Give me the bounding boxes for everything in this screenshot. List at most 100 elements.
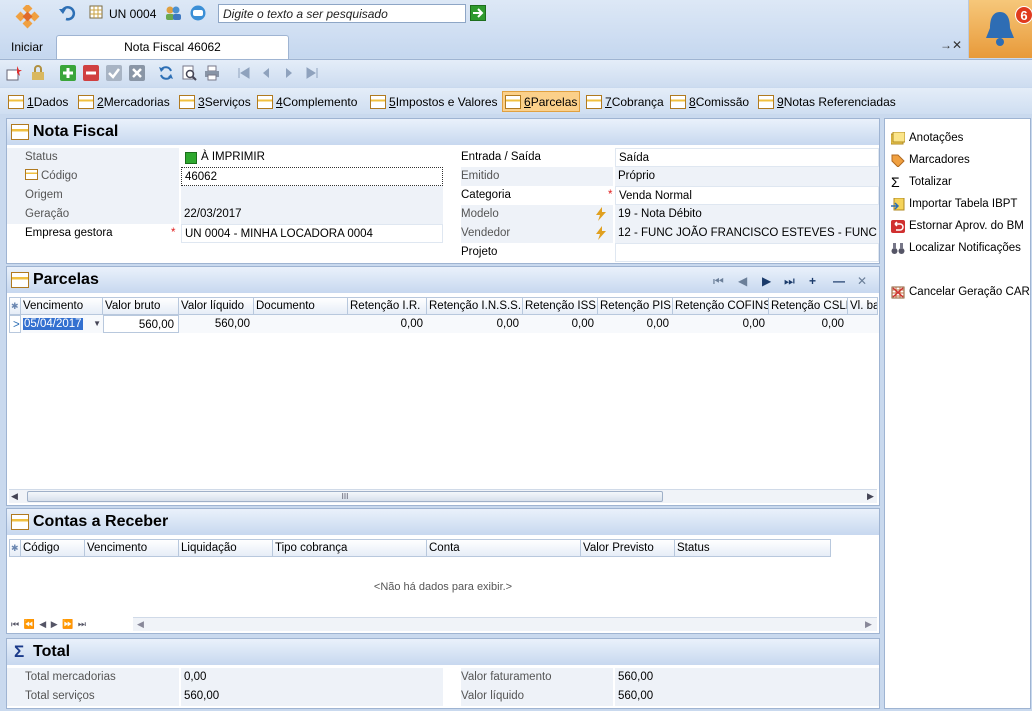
col-vl-base[interactable]: Vl. ba xyxy=(848,297,878,315)
tab-cobranca[interactable]: 7 Cobrança xyxy=(584,91,666,112)
parcelas-panel: Parcelas ⏮ ◀ ▶ ⏭ + — ✕ ✱ Vencimento Valo… xyxy=(6,266,880,506)
col-vencimento[interactable]: Vencimento xyxy=(85,539,179,557)
horizontal-scrollbar[interactable]: ◀ III ▶ xyxy=(9,489,877,503)
unit-label[interactable]: UN 0004 xyxy=(109,7,156,21)
projeto-input[interactable] xyxy=(615,243,879,262)
grid-first-icon[interactable]: ⏮ xyxy=(713,274,724,289)
tab-impostos[interactable]: 5 Impostos e Valores xyxy=(368,91,500,112)
tab-calendar-icon xyxy=(78,94,94,109)
grid-add-icon[interactable]: + xyxy=(809,274,816,288)
tab-close-icon[interactable]: →✕ xyxy=(940,38,962,52)
users-icon[interactable] xyxy=(164,4,182,22)
print-icon[interactable] xyxy=(204,65,220,81)
total-mercadorias-label: Total mercadorias xyxy=(7,668,179,687)
col-tipo-cobranca[interactable]: Tipo cobrança xyxy=(273,539,427,557)
refresh-icon[interactable] xyxy=(158,65,174,81)
col-status[interactable]: Status xyxy=(675,539,831,557)
col-retencao-inss[interactable]: Retenção I.N.S.S. xyxy=(427,297,523,315)
cell-retencao-iss[interactable]: 0,00 xyxy=(523,315,598,333)
vendedor-lightning-icon[interactable] xyxy=(595,226,607,240)
start-button[interactable]: Iniciar xyxy=(0,0,55,58)
remove-icon[interactable] xyxy=(83,65,99,81)
preview-icon[interactable] xyxy=(181,65,197,81)
col-retencao-cofins[interactable]: Retenção COFINS xyxy=(673,297,769,315)
sidebar-item-totalizar[interactable]: Σ Totalizar xyxy=(891,173,952,191)
codigo-input[interactable]: 46062 xyxy=(181,167,443,186)
col-retencao-ir[interactable]: Retenção I.R. xyxy=(348,297,427,315)
document-tab[interactable]: Nota Fiscal 46062 xyxy=(56,35,289,59)
grid-last-icon[interactable]: ⏭ xyxy=(784,274,795,289)
grid-prev-icon[interactable]: ◀ xyxy=(738,274,747,288)
cancel-icon[interactable] xyxy=(129,65,145,81)
sidebar-item-anotacoes[interactable]: Anotações xyxy=(891,129,963,147)
confirm-icon[interactable] xyxy=(106,65,122,81)
cell-valor-bruto[interactable]: 560,00 xyxy=(103,315,179,333)
tab-servicos[interactable]: 3 Serviços xyxy=(177,91,253,112)
empresa-input[interactable]: UN 0004 - MINHA LOCADORA 0004 xyxy=(181,224,443,243)
col-vencimento[interactable]: Vencimento xyxy=(21,297,103,315)
tab-mercadorias[interactable]: 2 Mercadorias xyxy=(76,91,172,112)
next-record-icon[interactable] xyxy=(281,65,297,81)
search-input[interactable]: Digite o texto a ser pesquisado xyxy=(218,4,466,23)
date-dropdown-icon[interactable]: ▼ xyxy=(93,315,101,333)
scroll-thumb[interactable]: III xyxy=(27,491,663,502)
col-liquidacao[interactable]: Liquidação xyxy=(179,539,273,557)
entrada-input[interactable]: Saída xyxy=(615,148,879,167)
tab-complemento[interactable]: 4 Complemento xyxy=(255,91,359,112)
scroll-left-icon[interactable]: ◀ xyxy=(11,491,18,502)
cell-retencao-csll[interactable]: 0,00 xyxy=(769,315,848,333)
sidebar-item-label: Estornar Aprov. do BM xyxy=(909,220,1024,232)
tab-parcelas[interactable]: 6 Parcelas xyxy=(502,91,581,112)
unit-grid-icon[interactable] xyxy=(89,4,107,22)
scroll-right-icon[interactable]: ▶ xyxy=(867,491,874,502)
cell-vl-base[interactable] xyxy=(848,315,878,333)
tab-dados[interactable]: 1 Dados xyxy=(6,91,70,112)
categoria-input[interactable]: Venda Normal xyxy=(615,186,879,205)
contas-corner-icon[interactable]: ✱ xyxy=(9,539,21,557)
contas-scroll-left-icon[interactable]: ◀ xyxy=(137,619,144,630)
vencimento-value[interactable]: 05/04/2017 xyxy=(23,318,83,330)
sidebar-item-localizar-notificacoes[interactable]: Localizar Notificações xyxy=(891,239,1021,257)
col-documento[interactable]: Documento xyxy=(254,297,348,315)
contas-pager[interactable]: ⏮ ⏪ ◀ ▶ ⏩ ⏭ xyxy=(11,619,87,630)
sidebar-item-importar-ibpt[interactable]: Importar Tabela IBPT xyxy=(891,195,1017,213)
cell-vencimento[interactable]: 05/04/2017 ▼ xyxy=(21,315,103,333)
grid-corner-icon[interactable]: ✱ xyxy=(9,297,21,315)
codigo-label: Código xyxy=(41,170,78,182)
modelo-lightning-icon[interactable] xyxy=(595,207,607,221)
col-conta[interactable]: Conta xyxy=(427,539,581,557)
grid-next-icon[interactable]: ▶ xyxy=(762,274,771,288)
contas-scroll-right-icon[interactable]: ▶ xyxy=(865,619,872,630)
sidebar-item-cancelar-car[interactable]: Cancelar Geração CAR xyxy=(891,283,1030,301)
cell-documento[interactable] xyxy=(254,315,348,333)
undo-icon[interactable] xyxy=(58,4,76,22)
lock-icon[interactable] xyxy=(30,65,46,81)
sidebar-item-label: Marcadores xyxy=(909,154,970,166)
sidebar-item-marcadores[interactable]: Marcadores xyxy=(891,151,970,169)
tab-notas-referenciadas[interactable]: 9 Notas Referenciadas xyxy=(756,91,898,112)
add-icon[interactable] xyxy=(60,65,76,81)
col-codigo[interactable]: Código xyxy=(21,539,85,557)
col-valor-liquido[interactable]: Valor líquido xyxy=(179,297,254,315)
chat-icon[interactable] xyxy=(189,4,207,22)
col-valor-bruto[interactable]: Valor bruto xyxy=(103,297,179,315)
cell-retencao-inss[interactable]: 0,00 xyxy=(427,315,523,333)
tab-comissao[interactable]: 8 Comissão xyxy=(668,91,751,112)
new-record-icon[interactable] xyxy=(6,65,22,81)
grid-remove-icon[interactable]: — xyxy=(833,274,845,288)
cell-retencao-pis[interactable]: 0,00 xyxy=(598,315,673,333)
search-go-icon[interactable] xyxy=(470,5,486,21)
sidebar-item-estornar[interactable]: Estornar Aprov. do BM xyxy=(891,217,1024,235)
cell-retencao-cofins[interactable]: 0,00 xyxy=(673,315,769,333)
cell-valor-liquido[interactable]: 560,00 xyxy=(179,315,254,333)
col-retencao-csll[interactable]: Retenção CSLL xyxy=(769,297,848,315)
col-retencao-pis[interactable]: Retenção PIS xyxy=(598,297,673,315)
col-valor-previsto[interactable]: Valor Previsto xyxy=(581,539,675,557)
contas-scrollbar[interactable]: ◀ ▶ xyxy=(133,617,877,631)
cell-retencao-ir[interactable]: 0,00 xyxy=(348,315,427,333)
prev-record-icon[interactable] xyxy=(258,65,274,81)
last-record-icon[interactable] xyxy=(304,65,320,81)
first-record-icon[interactable] xyxy=(236,65,252,81)
grid-delete-icon[interactable]: ✕ xyxy=(857,274,867,288)
col-retencao-iss[interactable]: Retenção ISS xyxy=(523,297,598,315)
